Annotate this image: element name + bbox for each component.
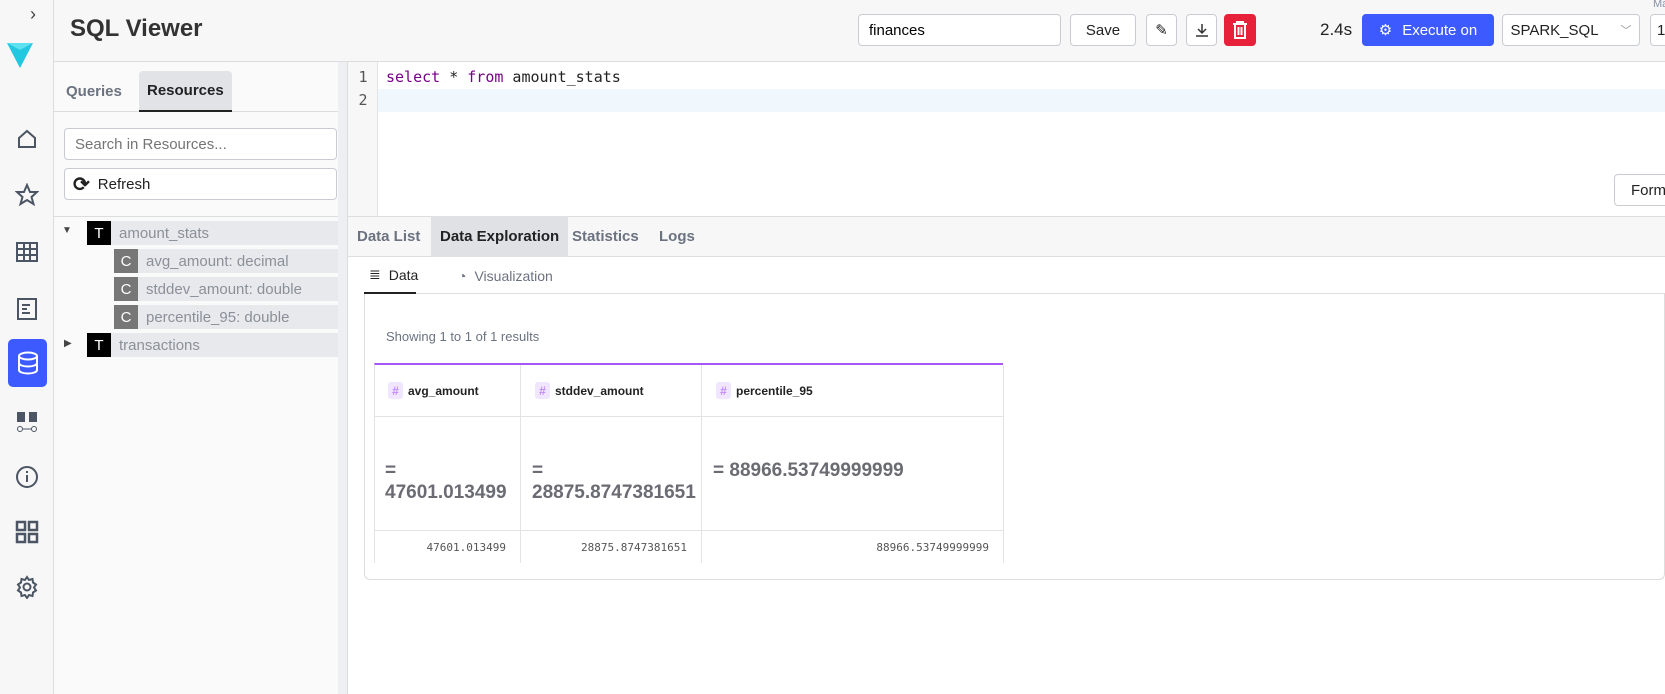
tree-column[interactable]: Cavg_amount: decimal bbox=[114, 249, 338, 273]
tree-label: stddev_amount: double bbox=[146, 280, 302, 298]
limit-input[interactable]: 1 bbox=[1650, 14, 1665, 46]
code-line: select * from amount_stats bbox=[386, 68, 621, 86]
column-summary: = 47601.013499 bbox=[385, 460, 507, 503]
tree-column[interactable]: Cstddev_amount: double bbox=[114, 277, 338, 301]
tab-queries[interactable]: Queries bbox=[58, 71, 130, 112]
subtab-label: Visualization bbox=[474, 267, 553, 284]
engine-value: SPARK_SQL bbox=[1510, 21, 1599, 39]
data-table: # avg_amount = 47601.013499 47601.013499 … bbox=[374, 363, 1004, 563]
tree-column[interactable]: Cpercentile_95: double bbox=[114, 305, 338, 329]
table-badge: T bbox=[87, 333, 111, 357]
top-bar: SQL Viewer Save ✎ 2.4s ⚙ Execute on SPARK… bbox=[54, 0, 1665, 62]
column-badge: C bbox=[114, 305, 138, 329]
pie-chart-icon: ◔ bbox=[458, 267, 467, 284]
tree-table-amount-stats[interactable]: Tamount_stats bbox=[87, 221, 338, 245]
results-panel: Data List Data Exploration Statistics Lo… bbox=[348, 216, 1665, 694]
table-badge: T bbox=[87, 221, 111, 245]
column-header[interactable]: # percentile_95 bbox=[716, 382, 813, 399]
caret-down-icon[interactable]: ▼ bbox=[62, 225, 72, 236]
keyword: from bbox=[467, 68, 504, 86]
query-name-input[interactable] bbox=[858, 14, 1061, 46]
results-summary: Showing 1 to 1 of 1 results bbox=[386, 329, 540, 344]
page-title: SQL Viewer bbox=[70, 15, 203, 42]
tab-data-list[interactable]: Data List bbox=[348, 216, 429, 257]
column-stddev-amount: # stddev_amount = 28875.8747381651 28875.… bbox=[521, 365, 702, 563]
tab-statistics[interactable]: Statistics bbox=[563, 216, 648, 257]
elapsed-time: 2.4s bbox=[1320, 20, 1353, 39]
column-badge: C bbox=[114, 277, 138, 301]
number-type-icon: # bbox=[716, 382, 731, 399]
column-avg-amount: # avg_amount = 47601.013499 47601.013499 bbox=[375, 365, 521, 563]
line-number: 2 bbox=[358, 91, 368, 109]
column-name: avg_amount bbox=[408, 383, 479, 398]
subtab-visualization[interactable]: ◔ Visualization bbox=[458, 257, 553, 294]
gear-play-icon: ⚙ bbox=[1378, 22, 1393, 39]
tree-label: transactions bbox=[119, 336, 200, 354]
number-type-icon: # bbox=[535, 382, 550, 399]
tree-label: avg_amount: decimal bbox=[146, 252, 289, 270]
cell-value[interactable]: 47601.013499 bbox=[427, 541, 506, 554]
tab-data-exploration[interactable]: Data Exploration bbox=[431, 216, 569, 257]
chevron-down-icon: ﹀ bbox=[1620, 25, 1632, 37]
tab-resources[interactable]: Resources bbox=[139, 71, 232, 112]
engine-select[interactable]: SPARK_SQL ﹀ bbox=[1502, 14, 1640, 46]
lineage-icon[interactable] bbox=[8, 403, 46, 441]
info-icon[interactable] bbox=[8, 458, 46, 496]
execute-label: Execute on bbox=[1402, 21, 1478, 39]
caret-right-icon[interactable]: ▶ bbox=[64, 338, 72, 349]
tab-logs[interactable]: Logs bbox=[650, 216, 704, 257]
refresh-button[interactable]: ⟳ Refresh bbox=[64, 168, 337, 200]
data-card: Showing 1 to 1 of 1 results # avg_amount … bbox=[364, 294, 1665, 580]
expand-chevron-icon[interactable]: › bbox=[30, 4, 36, 25]
download-icon[interactable] bbox=[1186, 14, 1217, 46]
format-button[interactable]: Form bbox=[1614, 174, 1665, 206]
column-summary: = 88966.53749999999 bbox=[713, 460, 904, 481]
tree-table-transactions[interactable]: Ttransactions bbox=[87, 333, 338, 357]
database-icon[interactable] bbox=[8, 339, 47, 387]
panel-resizer[interactable] bbox=[338, 62, 348, 694]
column-percentile-95: # percentile_95 = 88966.53749999999 88966… bbox=[702, 365, 1004, 563]
execute-button[interactable]: ⚙ Execute on bbox=[1362, 14, 1494, 46]
number-type-icon: # bbox=[388, 382, 403, 399]
tree-label: amount_stats bbox=[119, 224, 210, 242]
line-number: 1 bbox=[358, 68, 368, 86]
edit-pencil-icon[interactable]: ✎ bbox=[1146, 14, 1177, 46]
subtab-data[interactable]: ≣ Data bbox=[364, 257, 419, 294]
column-header[interactable]: # avg_amount bbox=[388, 382, 479, 399]
settings-icon[interactable] bbox=[8, 568, 46, 606]
limit-label: Ma bbox=[1653, 0, 1665, 10]
subtab-label: Data bbox=[388, 266, 419, 283]
refresh-label: Refresh bbox=[97, 175, 151, 193]
star-icon[interactable] bbox=[8, 176, 46, 214]
cell-value[interactable]: 88966.53749999999 bbox=[876, 541, 989, 554]
home-icon[interactable] bbox=[8, 120, 46, 158]
cell-value[interactable]: 28875.8747381651 bbox=[581, 541, 687, 554]
nav-rail: › bbox=[0, 0, 54, 694]
document-icon[interactable] bbox=[8, 290, 46, 328]
column-name: percentile_95 bbox=[736, 383, 813, 398]
database-icon: ≣ bbox=[369, 266, 381, 282]
column-name: stddev_amount bbox=[555, 383, 644, 398]
delete-trash-icon[interactable] bbox=[1224, 14, 1256, 46]
sql-editor[interactable]: 1 2 select * from amount_stats Form bbox=[348, 62, 1665, 216]
grid-apps-icon[interactable] bbox=[8, 513, 46, 551]
refresh-icon: ⟳ bbox=[73, 173, 90, 196]
keyword: select bbox=[386, 68, 441, 86]
resources-panel: Queries Resources ⟳ Refresh ▼ Tamount_sta… bbox=[54, 62, 338, 694]
active-line bbox=[378, 89, 1665, 112]
column-badge: C bbox=[114, 249, 138, 273]
column-summary: = 28875.8747381651 bbox=[532, 460, 696, 503]
operator: * bbox=[440, 68, 468, 86]
table-icon[interactable] bbox=[8, 233, 46, 271]
search-input[interactable] bbox=[64, 128, 337, 160]
logo-icon bbox=[7, 43, 33, 68]
identifier: amount_stats bbox=[503, 68, 621, 86]
save-button[interactable]: Save bbox=[1070, 14, 1136, 46]
tree-label: percentile_95: double bbox=[146, 308, 290, 326]
column-header[interactable]: # stddev_amount bbox=[535, 382, 644, 399]
